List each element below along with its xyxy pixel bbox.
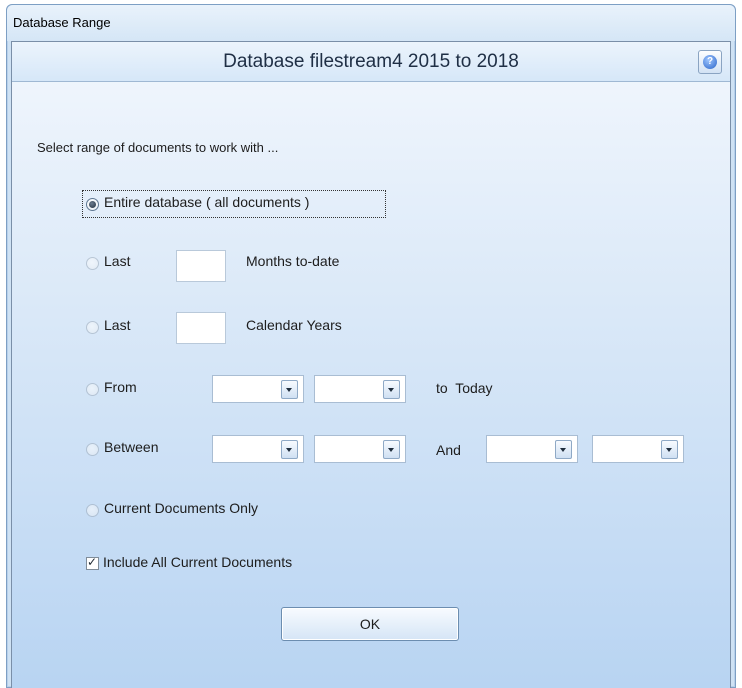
chevron-down-icon[interactable] [383,380,400,399]
calendar-years-label: Calendar Years [246,317,342,333]
database-range-dialog: Database Range Database filestream4 2015… [6,4,736,688]
radio-from[interactable] [86,383,99,396]
title-bar[interactable]: Database Range [7,5,735,41]
and-label: And [436,442,461,458]
months-input[interactable] [176,250,226,282]
radio-last-years[interactable] [86,321,99,334]
between-label: Between [104,439,159,455]
dialog-content: Database filestream4 2015 to 2018 ? Sele… [11,41,731,688]
from-month-select[interactable] [212,375,304,403]
last-months-label: Last [104,253,131,269]
include-current-checkbox[interactable]: ✓ [86,555,99,570]
between-start-month-select[interactable] [212,435,304,463]
database-title: Database filestream4 2015 to 2018 [223,51,519,72]
between-end-month-select[interactable] [486,435,578,463]
window-title: Database Range [13,15,111,30]
chevron-down-icon[interactable] [661,440,678,459]
header-bar: Database filestream4 2015 to 2018 ? [12,42,730,82]
radio-current-only[interactable] [86,504,99,517]
chevron-down-icon[interactable] [555,440,572,459]
include-current-label: Include All Current Documents [103,554,293,570]
checkmark-icon: ✓ [87,555,98,569]
current-only-label: Current Documents Only [104,500,259,516]
between-end-year-select[interactable] [592,435,684,463]
entire-database-label: Entire database ( all documents ) [104,194,310,210]
last-years-label: Last [104,317,131,333]
ok-button[interactable]: OK [281,607,459,641]
help-button[interactable]: ? [698,50,722,74]
between-start-year-select[interactable] [314,435,406,463]
months-to-date-label: Months to-date [246,253,340,269]
from-label: From [104,379,137,395]
chevron-down-icon[interactable] [281,380,298,399]
chevron-down-icon[interactable] [281,440,298,459]
to-today-label: to Today [436,380,493,396]
radio-last-months[interactable] [86,257,99,270]
years-input[interactable] [176,312,226,344]
chevron-down-icon[interactable] [383,440,400,459]
radio-between[interactable] [86,443,99,456]
instructions-label: Select range of documents to work with .… [37,140,279,155]
from-year-select[interactable] [314,375,406,403]
question-mark-icon: ? [703,55,717,69]
